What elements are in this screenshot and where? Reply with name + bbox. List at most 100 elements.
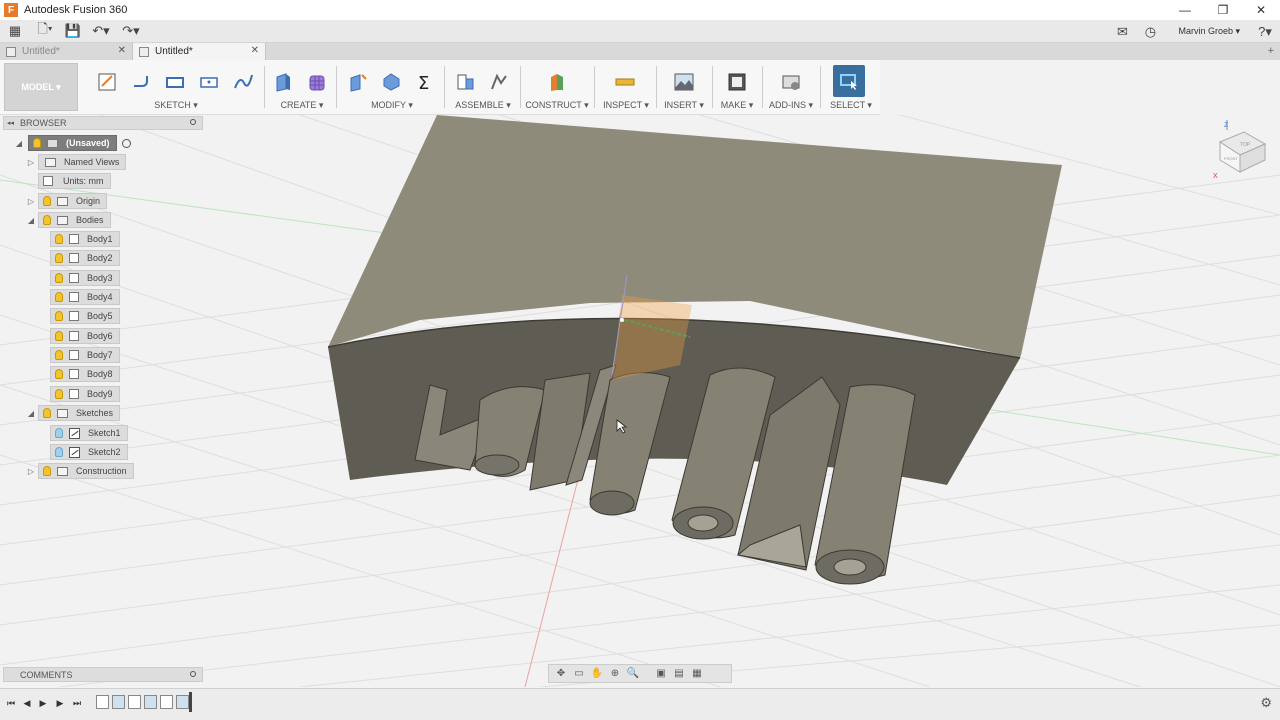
display-settings-icon[interactable]: ▣ [653,667,669,681]
visibility-bulb-icon[interactable] [55,234,63,244]
press-pull-icon[interactable] [342,68,372,96]
browser-header[interactable]: ◂◂ BROWSER [3,116,203,130]
timeline-marker[interactable] [189,692,192,712]
workspace-switcher[interactable]: MODEL ▾ [4,63,78,111]
measure-icon[interactable] [610,68,640,96]
grid-settings-icon[interactable]: ▦ [689,667,705,681]
joint-icon[interactable] [484,68,514,96]
tab-untitled-2[interactable]: Untitled* ✕ [133,43,266,60]
timeline-sketch-feature[interactable] [128,695,141,709]
go-to-start-icon[interactable]: ⏮ [4,696,18,710]
visibility-bulb-icon[interactable] [55,350,63,360]
tree-node-construction[interactable]: ▷ Construction [26,463,134,479]
job-status-icon[interactable]: ✉ [1108,20,1136,43]
help-menu-icon[interactable]: ?▾ [1250,20,1280,43]
recent-clock-icon[interactable]: ◷ [1136,20,1164,43]
user-account-menu[interactable]: Marvin Groeb ▾ [1178,26,1240,37]
circle-tool-icon[interactable] [194,68,224,96]
visibility-bulb-icon[interactable] [55,389,63,399]
visibility-bulb-icon[interactable] [55,447,63,457]
tree-node-body[interactable]: Body6 [50,328,120,344]
sketch-menu[interactable]: SKETCH ▾ [92,100,260,111]
tree-node-root[interactable]: ◢ (Unsaved) [14,135,131,151]
visibility-bulb-icon[interactable] [33,138,41,148]
visibility-bulb-icon[interactable] [43,408,51,418]
expand-toggle-icon[interactable]: ◢ [14,138,24,148]
collapse-browser-icon[interactable]: ◂◂ [7,119,14,127]
rectangle-tool-icon[interactable] [160,68,190,96]
maximize-button[interactable]: ❐ [1204,0,1242,20]
gear-icon[interactable]: ⚙ [1260,695,1272,711]
pin-icon[interactable] [190,671,196,677]
tree-node-sketches[interactable]: ◢ Sketches [26,405,121,421]
orbit-icon[interactable]: ✥ [553,667,569,681]
offset-plane-icon[interactable] [542,68,572,96]
tree-node-body[interactable]: Body7 [50,347,120,363]
box-mesh-icon[interactable] [302,68,332,96]
go-to-end-icon[interactable]: ⏭ [70,696,84,710]
close-tab-icon[interactable]: ✕ [118,45,126,56]
visibility-bulb-icon[interactable] [55,311,63,321]
make-menu[interactable]: MAKE ▾ [716,100,758,111]
tree-node-body[interactable]: Body8 [50,366,120,382]
expand-toggle-icon[interactable]: ◢ [26,408,36,418]
activate-radio-icon[interactable] [121,138,131,148]
tree-node-body[interactable]: Body2 [50,250,120,266]
insert-menu[interactable]: INSERT ▾ [660,100,708,111]
step-back-icon[interactable]: ◀ [20,696,34,710]
viewcube[interactable]: TOP FRONT Z X [1210,120,1270,180]
undo-button[interactable]: ↶▾ [86,20,116,43]
file-menu-button[interactable]: 🗋▾ [30,20,60,43]
create-menu[interactable]: CREATE ▾ [268,100,336,111]
spline-tool-icon[interactable] [228,68,258,96]
tree-node-sketch[interactable]: Sketch2 [50,444,128,460]
modify-menu[interactable]: MODIFY ▾ [342,100,442,111]
tree-node-body[interactable]: Body3 [50,270,120,286]
redo-button[interactable]: ↷▾ [116,20,146,43]
data-panel-grid-icon[interactable]: ▦ [0,20,30,43]
visibility-bulb-icon[interactable] [43,196,51,206]
timeline-extrude-feature[interactable] [112,695,125,709]
pan-hand-icon[interactable]: ✋ [589,667,605,681]
tree-node-origin[interactable]: ▷ Origin [26,193,108,209]
timeline-sketch-feature[interactable] [160,695,173,709]
expand-toggle-icon[interactable]: ▷ [26,157,36,167]
extrude-icon[interactable] [268,68,298,96]
visibility-bulb-icon[interactable] [43,466,51,476]
inspect-menu[interactable]: INSPECT ▾ [598,100,654,111]
sum-parameters-icon[interactable]: Σ [410,68,440,96]
expand-toggle-icon[interactable]: ◢ [26,215,36,225]
tree-node-body[interactable]: Body4 [50,289,120,305]
look-at-icon[interactable]: ▭ [571,667,587,681]
close-window-button[interactable]: ✕ [1242,0,1280,20]
tree-node-body[interactable]: Body5 [50,308,120,324]
timeline-sketch-feature[interactable] [96,695,109,709]
timeline-extrude-feature[interactable] [176,695,189,709]
tree-node-named-views[interactable]: ▷ Named Views [26,154,127,170]
add-ins-menu[interactable]: ADD-INS ▾ [766,100,816,111]
new-tab-button[interactable]: + [1268,45,1274,57]
visibility-bulb-icon[interactable] [43,215,51,225]
step-forward-icon[interactable]: ▶ [53,696,67,710]
visibility-bulb-icon[interactable] [55,253,63,263]
create-sketch-icon[interactable] [92,68,122,96]
visibility-bulb-icon[interactable] [55,369,63,379]
assemble-menu[interactable]: ASSEMBLE ▾ [450,100,516,111]
save-button[interactable]: 💾 [60,20,86,43]
tab-untitled-1[interactable]: Untitled* ✕ [0,43,133,60]
select-menu[interactable]: SELECT ▾ [826,100,876,111]
line-tool-icon[interactable] [126,68,156,96]
new-component-icon[interactable] [450,68,480,96]
fit-zoom-icon[interactable]: 🔍 [625,667,641,681]
play-icon[interactable]: ▶ [36,696,50,710]
construct-menu[interactable]: CONSTRUCT ▾ [524,100,590,111]
comments-panel[interactable]: COMMENTS [3,667,203,682]
pin-icon[interactable] [190,119,196,125]
select-tool-icon[interactable] [833,65,865,97]
tree-node-bodies[interactable]: ◢ Bodies [26,212,111,228]
timeline-extrude-feature[interactable] [144,695,157,709]
3d-print-icon[interactable] [722,68,752,96]
expand-toggle-icon[interactable]: ▷ [26,196,36,206]
visibility-bulb-icon[interactable] [55,331,63,341]
close-tab-icon[interactable]: ✕ [251,45,259,56]
